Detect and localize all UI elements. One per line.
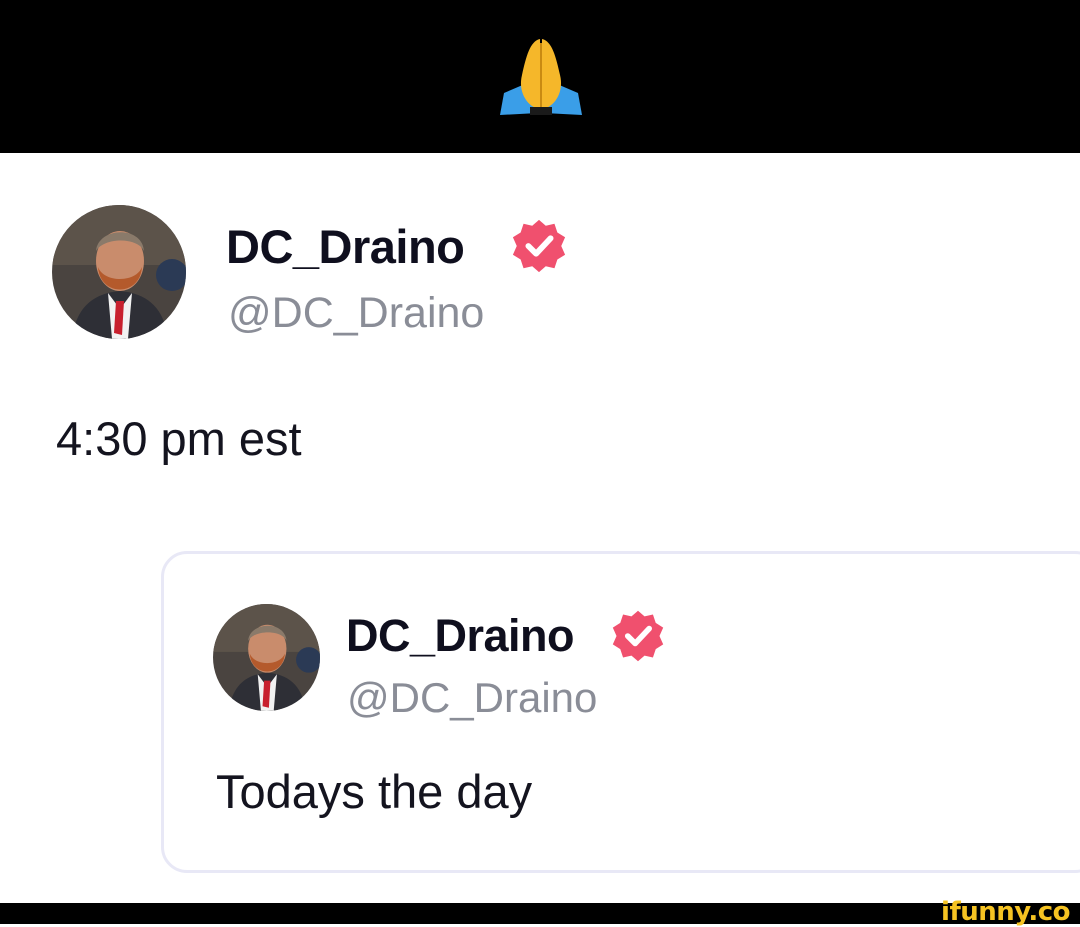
top-banner: [0, 0, 1080, 153]
folded-hands-icon: [500, 39, 582, 115]
verified-badge-icon: [512, 219, 566, 273]
ifunny-watermark: ifunny.co: [941, 897, 1070, 927]
quoted-author-name[interactable]: DC_Draino: [346, 610, 575, 662]
quoted-author-handle[interactable]: @DC_Draino: [347, 674, 597, 722]
bottom-banner: [0, 903, 1080, 924]
post-text: 4:30 pm est: [56, 412, 302, 465]
post-card[interactable]: DC_Draino @DC_Draino 4:30 pm est DC_Drai…: [0, 153, 1080, 903]
quoted-post-text: Todays the day: [216, 765, 533, 818]
author-name[interactable]: DC_Draino: [226, 219, 465, 274]
quoted-post-card[interactable]: DC_Draino @DC_Draino Todays the day: [161, 551, 1080, 873]
avatar[interactable]: [213, 604, 320, 711]
author-handle[interactable]: @DC_Draino: [228, 289, 484, 338]
avatar[interactable]: [52, 205, 186, 339]
verified-badge-icon: [612, 610, 664, 662]
